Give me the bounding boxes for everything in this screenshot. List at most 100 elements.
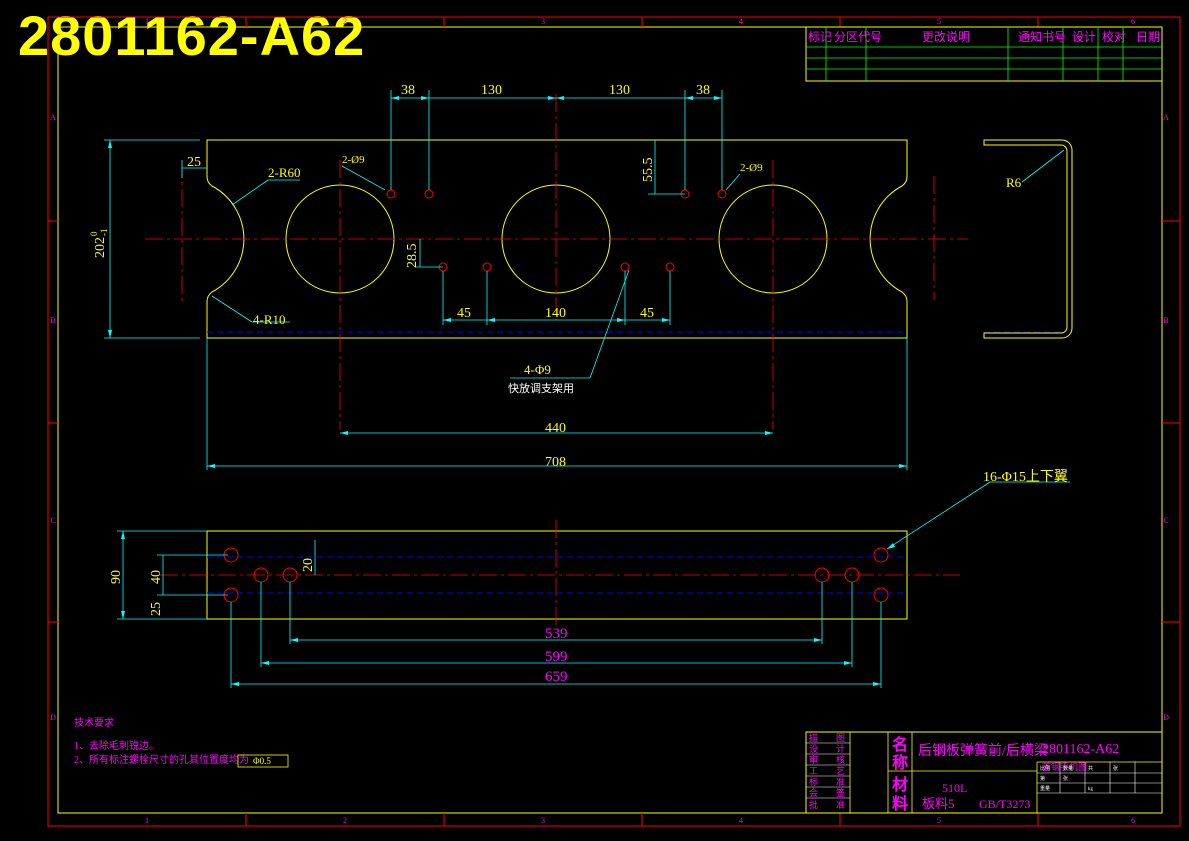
left-row-0-a: 描 <box>809 732 818 743</box>
rev-header-date: 日期 <box>1136 30 1160 44</box>
left-row-2-b: 核 <box>836 754 845 765</box>
revision-table: 标记 分区 代号 更改说明 通知书号 设计 校对 日期 <box>805 26 1163 82</box>
dim-130-left: 130 <box>481 83 502 98</box>
row-label-d-right: D <box>1163 713 1169 722</box>
dim-45-right: 45 <box>640 306 654 321</box>
dim-90: 90 <box>109 570 124 584</box>
material-label-char-2: 料 <box>892 794 908 813</box>
grid-label-2: 共 <box>1088 765 1093 772</box>
col-label-4: 4 <box>739 17 743 26</box>
col-label-3: 3 <box>541 17 545 26</box>
dim-140: 140 <box>545 306 566 321</box>
dim-20: 20 <box>301 558 316 572</box>
top-centerlines <box>145 94 968 430</box>
left-row-2-a: 审 <box>809 754 818 765</box>
dim-55-5: 55.5 <box>641 158 656 183</box>
r6-leader <box>1021 149 1065 183</box>
grid-label-3: 张 <box>1113 765 1118 772</box>
col-label-1-bottom: 1 <box>145 816 149 825</box>
tech-note-2: 2、所有标注螺栓尺寸的孔其位置度均为 <box>74 753 249 766</box>
top-view: 38 130 130 38 25 55.5 28.5 202 0 -1 45 1… <box>89 83 968 470</box>
left-row-6-b: 准 <box>836 800 845 810</box>
col-label-6: 6 <box>1131 17 1135 26</box>
rev-header-design: 设计 <box>1072 30 1096 44</box>
grid-label-6: 重量 <box>1040 785 1050 792</box>
dim-25: 25 <box>187 155 201 170</box>
left-row-4-a: 标 <box>809 776 818 787</box>
bottom-view: 90 40 25 20 539 599 659 16-Φ15上下翼 <box>109 469 1070 688</box>
tech-notes-title: 技术要求 <box>74 716 114 729</box>
dim-202: 202 <box>93 237 108 258</box>
row-label-d: D <box>50 713 56 722</box>
small-holes <box>386 189 727 272</box>
frame-ticks <box>48 17 1180 826</box>
material-standard: GB/T3273 <box>979 797 1030 811</box>
dim-40: 40 <box>149 570 164 584</box>
row-label-c: C <box>50 516 55 525</box>
tech-note-1: 1、去除毛刺锐边。 <box>74 739 159 752</box>
frame-tick-labels: 1 2 3 4 5 6 1 2 3 4 5 6 A B C D A B C D <box>50 17 1169 825</box>
col-label-5-bottom: 5 <box>937 816 941 825</box>
rev-header-notice: 通知书号 <box>1018 30 1066 44</box>
callout-4-holes-note: 快放调支架用 <box>508 381 574 395</box>
top-dimension-lines <box>104 90 908 470</box>
callout-hole-right: 2-Ø9 <box>740 162 763 174</box>
left-row-5-b: 签 <box>836 787 845 798</box>
channel-outline <box>983 139 1073 339</box>
dim-202-tol-upper: 0 <box>89 231 99 236</box>
rev-header-mark: 标记 <box>808 30 832 44</box>
engineering-drawing: 1 2 3 4 5 6 1 2 3 4 5 6 A B C D A B C D <box>47 16 1181 827</box>
callout-r6: R6 <box>1006 175 1022 190</box>
rev-header-check: 校对 <box>1102 29 1126 44</box>
name-label-char-2: 称 <box>892 753 908 772</box>
grid-label-5: 张 <box>1063 775 1068 782</box>
top-dimension-arrows <box>108 96 907 468</box>
callout-r60: 2-R60 <box>268 165 301 180</box>
col-label-5: 5 <box>937 17 941 26</box>
callout-4-holes: 4-Φ9 <box>524 362 551 377</box>
dim-599: 599 <box>545 649 568 665</box>
col-label-1: 1 <box>145 17 149 26</box>
left-row-1-b: 计 <box>836 743 845 754</box>
rev-header-zone: 分区 <box>834 30 858 44</box>
material-grade: 510L <box>942 781 967 795</box>
row-label-a: A <box>50 113 56 122</box>
tech-note-tolerance: Φ0.5 <box>253 756 271 766</box>
col-label-2: 2 <box>343 17 347 26</box>
part-number: 2801162-A62 <box>1042 742 1119 757</box>
left-row-5-a: 会 <box>809 787 818 798</box>
col-label-4-bottom: 4 <box>739 816 743 825</box>
bottom-dim-text-magenta: 539 599 659 <box>545 626 568 685</box>
left-row-6-a: 批 <box>809 799 818 810</box>
dim-25-bottom: 25 <box>149 602 164 616</box>
rev-header-code: 代号 <box>858 30 882 44</box>
part-name: 后钢板弹簧前/后横梁 <box>918 742 1048 759</box>
col-label-2-bottom: 2 <box>343 816 347 825</box>
dim-130-right: 130 <box>609 83 630 98</box>
row-label-b: B <box>50 316 55 325</box>
rev-header-change: 更改说明 <box>922 29 970 44</box>
side-view: R6 <box>983 139 1073 339</box>
material-spec: 板料5 <box>922 796 955 811</box>
title-block: 描 图 设 计 审 核 工 艺 标 准 会 签 批 准 名 称 材 料 后钢板弹… <box>805 731 1163 814</box>
bottom-dim-text: 90 40 25 20 <box>109 558 316 616</box>
dim-440: 440 <box>545 421 566 436</box>
grid-label-0: 比例 <box>1040 765 1050 772</box>
dim-28-5: 28.5 <box>405 244 420 269</box>
dim-659: 659 <box>545 669 568 685</box>
col-label-3-bottom: 3 <box>541 816 545 825</box>
dim-539: 539 <box>545 626 568 642</box>
left-row-1-a: 设 <box>809 744 818 754</box>
dim-202-tol-lower: -1 <box>99 229 109 237</box>
material-label-char-1: 材 <box>892 775 908 794</box>
name-label-char-1: 名 <box>892 735 908 754</box>
col-label-6-bottom: 6 <box>1131 816 1135 825</box>
grid-label-4: 第 <box>1040 775 1045 782</box>
dim-38-left: 38 <box>401 83 415 98</box>
callout-16-holes: 16-Φ15上下翼 <box>983 469 1068 485</box>
drawing-frame: 1 2 3 4 5 6 1 2 3 4 5 6 A B C D A B C D <box>47 16 1181 827</box>
technical-notes: 技术要求 1、去除毛刺锐边。 2、所有标注螺栓尺寸的孔其位置度均为 Φ0.5 <box>74 716 289 768</box>
row-label-c-right: C <box>1163 516 1168 525</box>
dim-708: 708 <box>545 455 566 470</box>
left-row-3-b: 艺 <box>836 766 845 776</box>
